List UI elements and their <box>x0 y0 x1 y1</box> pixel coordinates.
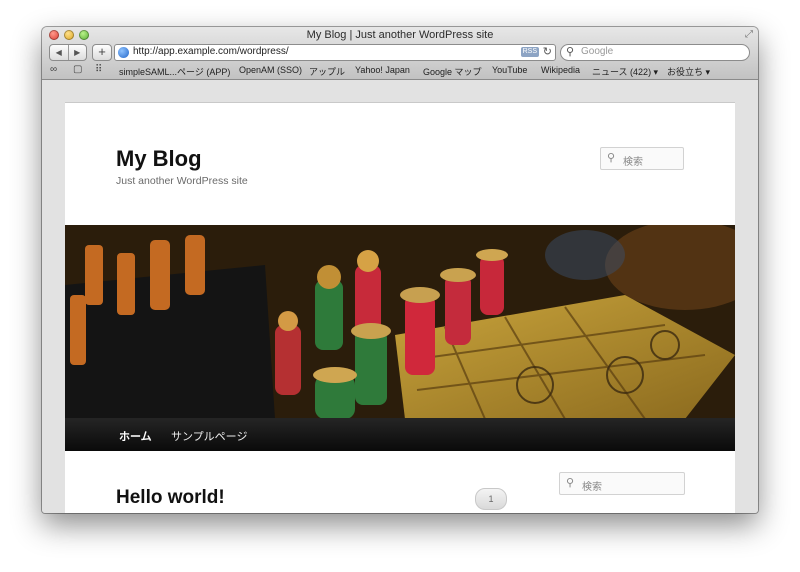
book-icon[interactable]: ▢ <box>73 64 82 75</box>
rss-button[interactable]: RSS <box>520 47 539 57</box>
comment-count-badge[interactable]: 1 <box>475 488 507 510</box>
bookmark-item[interactable]: YouTube <box>492 65 527 75</box>
page-viewport: My Blog Just another WordPress site ⚲ 検索 <box>42 80 758 513</box>
bookmark-item[interactable]: Wikipedia <box>541 65 580 75</box>
window-title: My Blog | Just another WordPress site <box>306 29 494 41</box>
title-bar: My Blog | Just another WordPress site ⤢ <box>42 27 758 43</box>
bookmark-folder[interactable]: お役立ち ▾ <box>667 65 710 78</box>
fullscreen-icon[interactable]: ⤢ <box>745 29 753 40</box>
header-search-field[interactable]: ⚲ 検索 <box>600 147 684 170</box>
search-icon: ⚲ <box>566 477 575 489</box>
reading-glasses-icon[interactable]: ∞ <box>50 64 57 75</box>
bookmarks-bar: ∞ ▢ ⠿ simpleSAML...ページ (APP) OpenAM (SSO… <box>42 63 758 78</box>
main-navigation: ホーム サンプルページ <box>65 418 735 451</box>
nav-item-sample-page[interactable]: サンプルページ <box>171 428 247 444</box>
browser-window: My Blog | Just another WordPress site ⤢ … <box>42 27 758 513</box>
bookmark-item[interactable]: Google マップ <box>423 65 482 78</box>
browser-chrome: My Blog | Just another WordPress site ⤢ … <box>42 27 758 80</box>
back-button[interactable]: ◀ <box>50 45 68 60</box>
address-bar[interactable]: http://app.example.com/wordpress/ RSS ↻ <box>114 44 556 61</box>
wordpress-page: My Blog Just another WordPress site ⚲ 検索 <box>65 102 735 513</box>
search-icon: ⚲ <box>607 152 616 164</box>
site-description: Just another WordPress site <box>116 175 248 187</box>
bookmark-item[interactable]: OpenAM (SSO) <box>239 65 302 75</box>
forward-button[interactable]: ▶ <box>67 45 87 60</box>
grid-icon[interactable]: ⠿ <box>95 64 102 75</box>
site-title[interactable]: My Blog <box>116 146 202 172</box>
add-bookmark-button[interactable]: + <box>92 44 112 61</box>
header-image[interactable] <box>65 225 735 419</box>
url-text[interactable]: http://app.example.com/wordpress/ <box>133 46 289 57</box>
nav-item-home[interactable]: ホーム <box>119 428 152 444</box>
sidebar-search-field[interactable]: ⚲ 検索 <box>559 472 685 495</box>
history-buttons: ◀ ▶ <box>49 44 87 61</box>
post-title[interactable]: Hello world! <box>116 487 225 509</box>
bookmark-item[interactable]: Yahoo! Japan <box>355 65 410 75</box>
bookmark-item[interactable]: simpleSAML...ページ (APP) <box>119 65 230 78</box>
globe-icon <box>118 47 129 58</box>
header-search-placeholder: 検索 <box>623 157 643 168</box>
sidebar-search-placeholder: 検索 <box>582 482 602 493</box>
browser-search-placeholder: Google <box>581 46 614 57</box>
reload-icon[interactable]: ↻ <box>543 45 552 58</box>
bookmark-folder[interactable]: ニュース (422) ▾ <box>592 65 658 78</box>
bookmark-item[interactable]: アップル <box>309 65 345 78</box>
chess-board-photo <box>65 225 735 419</box>
search-icon: ⚲ <box>566 46 575 58</box>
toolbar: ◀ ▶ + http://app.example.com/wordpress/ … <box>42 44 758 62</box>
browser-search-field[interactable]: ⚲ Google <box>560 44 750 61</box>
